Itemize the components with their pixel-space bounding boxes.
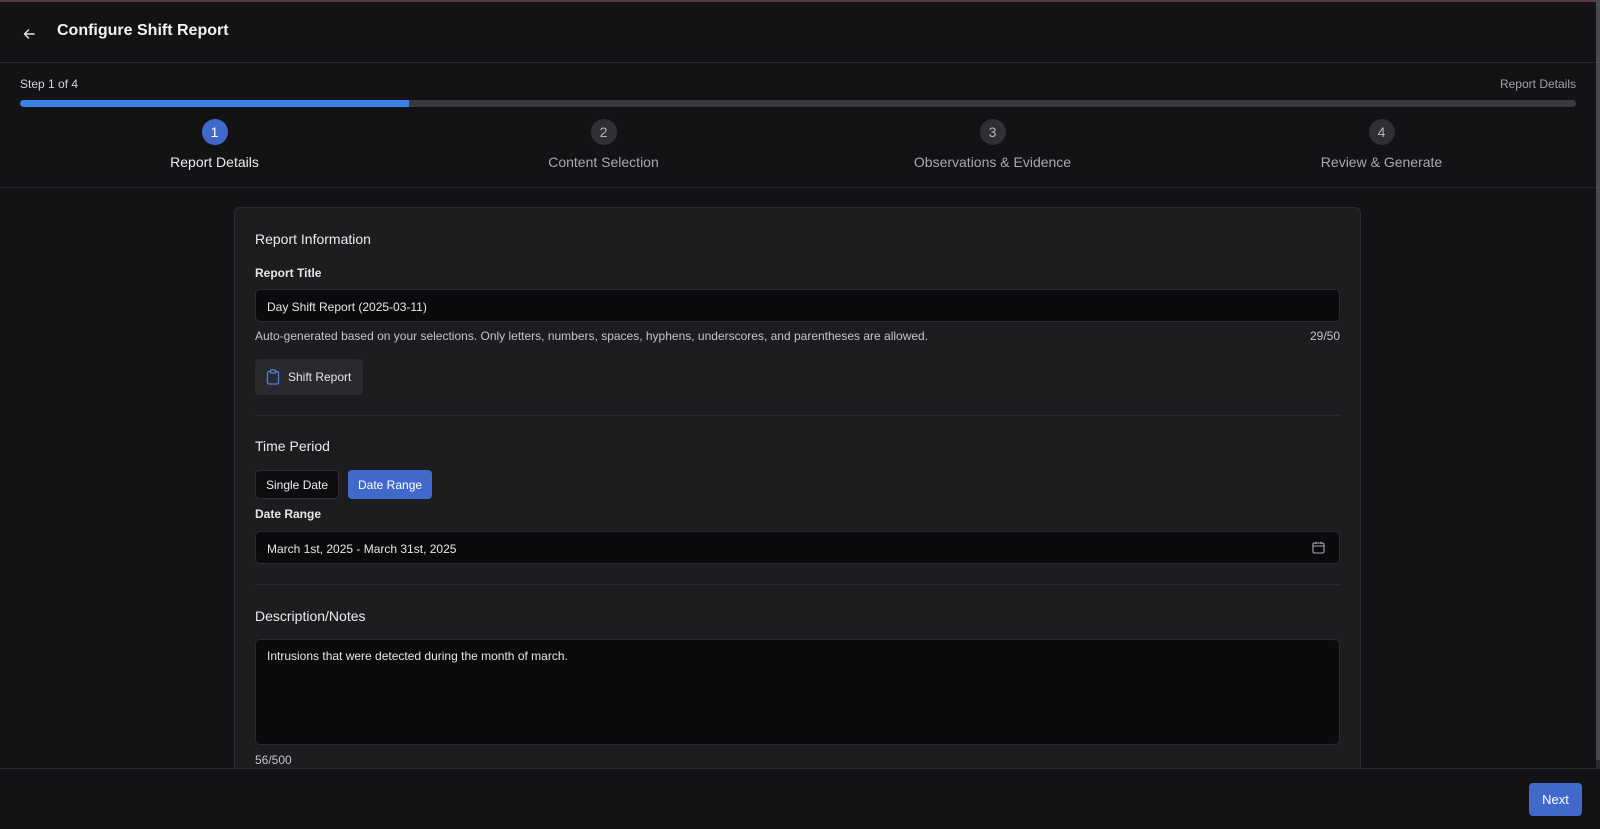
report-title-label: Report Title (255, 266, 322, 280)
step-label: Report Details (170, 154, 259, 170)
report-type-chip[interactable]: Shift Report (255, 359, 363, 395)
date-range-toggle[interactable]: Date Range (348, 470, 433, 499)
report-form-card: Report Information Report Title Day Shif… (234, 207, 1361, 787)
page-header: Configure Shift Report (0, 2, 1596, 63)
section-divider (255, 584, 1340, 585)
step-review-generate[interactable]: 4 Review & Generate (1187, 119, 1576, 179)
progress-fill (20, 100, 409, 107)
report-title-helper: Auto-generated based on your selections.… (255, 329, 929, 343)
footer-bar: Next (0, 768, 1600, 829)
arrow-left-icon (23, 29, 35, 39)
step-number: 2 (590, 119, 617, 145)
scrollbar[interactable] (1596, 0, 1600, 768)
scrollbar-thumb[interactable] (1596, 0, 1600, 760)
step-label: Content Selection (548, 154, 659, 170)
report-title-char-count: 29/50 (1309, 329, 1340, 343)
report-information-heading: Report Information (255, 231, 371, 247)
date-range-value: March 1st, 2025 - March 31st, 2025 (267, 542, 457, 556)
description-char-count: 56/500 (255, 753, 292, 767)
step-report-details[interactable]: 1 Report Details (20, 119, 409, 179)
wizard-progress: Step 1 of 4 Report Details 1 Report Deta… (0, 63, 1596, 188)
date-range-label: Date Range (255, 507, 322, 521)
page-title: Configure Shift Report (57, 22, 229, 39)
step-observations-evidence[interactable]: 3 Observations & Evidence (798, 119, 1187, 179)
step-number: 1 (201, 119, 228, 145)
step-count: Step 1 of 4 (20, 77, 79, 91)
step-label: Review & Generate (1320, 154, 1443, 170)
date-range-picker[interactable]: March 1st, 2025 - March 31st, 2025 (255, 531, 1340, 564)
clipboard-icon (266, 369, 280, 385)
report-title-input[interactable]: Day Shift Report (2025-03-11) (255, 289, 1340, 322)
step-content-selection[interactable]: 2 Content Selection (409, 119, 798, 179)
step-label: Observations & Evidence (913, 154, 1072, 170)
step-indicators: 1 Report Details 2 Content Selection 3 O… (20, 119, 1576, 179)
back-button[interactable] (16, 21, 42, 47)
step-number: 3 (979, 119, 1006, 145)
step-number: 4 (1368, 119, 1395, 145)
description-notes-heading: Description/Notes (255, 608, 366, 624)
progress-track (20, 100, 1576, 107)
section-divider (255, 415, 1340, 416)
report-type-label: Shift Report (288, 370, 352, 384)
calendar-icon[interactable] (1312, 541, 1325, 554)
time-period-heading: Time Period (255, 438, 330, 454)
current-step-name: Report Details (1499, 77, 1576, 91)
single-date-toggle[interactable]: Single Date (255, 470, 340, 499)
description-textarea[interactable]: Intrusions that were detected during the… (255, 639, 1340, 745)
next-button[interactable]: Next (1529, 783, 1582, 816)
